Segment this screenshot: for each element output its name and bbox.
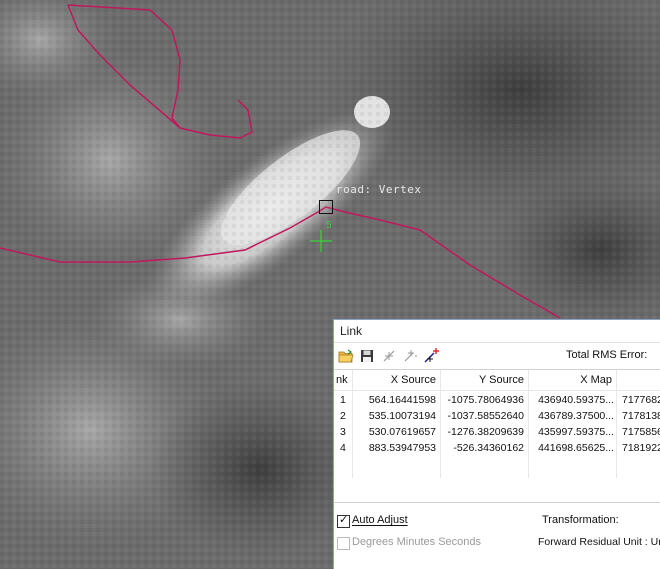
auto-adjust-label: Auto Adjust (352, 514, 408, 526)
cell-y-source: -526.34360162 (453, 442, 524, 454)
auto-adjust-checkbox[interactable]: ✓ (337, 514, 350, 528)
cell-x-map: 441698.65625... (538, 442, 614, 454)
checkmark-icon: ✓ (339, 514, 349, 526)
cell-x-map: 435997.59375... (538, 426, 614, 438)
link-move-icon[interactable] (401, 347, 418, 364)
table-row[interactable]: 2 535.10073194 -1037.58552640 436789.375… (334, 409, 660, 425)
table-header: nk X Source Y Source X Map (334, 370, 660, 391)
open-folder-icon[interactable] (337, 347, 354, 364)
cell-link-id: 4 (340, 442, 346, 454)
cell-x-source: 535.10073194 (368, 410, 436, 422)
cell-x-map: 436789.37500... (538, 410, 614, 422)
column-header-link[interactable]: nk (336, 374, 348, 386)
column-header-x-source[interactable]: X Source (354, 374, 436, 386)
degrees-minutes-seconds-checkbox[interactable] (337, 537, 350, 550)
total-rms-error-label: Total RMS Error: (566, 349, 648, 361)
table-row[interactable]: 1 564.16441598 -1075.78064936 436940.593… (334, 393, 660, 409)
cell-y-source: -1037.58552640 (447, 410, 525, 422)
add-control-point-icon[interactable] (423, 347, 440, 364)
cell-link-id: 1 (340, 394, 346, 406)
cell-y-map: 7178138 (622, 410, 660, 422)
cell-y-map: 7175856 (622, 426, 660, 438)
cell-x-source: 883.53947953 (368, 442, 436, 454)
snap-tooltip-label: road: Vertex (336, 183, 422, 196)
link-table-window[interactable]: Link Total RMS Error: nk X Source Y Sour… (333, 319, 660, 569)
cell-y-map: 7181922 (622, 442, 660, 454)
cell-y-map: 7177682 (622, 394, 660, 406)
cell-link-id: 2 (340, 410, 346, 422)
cell-x-source: 564.16441598 (368, 394, 436, 406)
save-icon[interactable] (358, 347, 375, 364)
cell-x-source: 530.07619657 (368, 426, 436, 438)
transformation-label: Transformation: (542, 514, 619, 526)
control-point-number: 5 (326, 220, 332, 231)
forward-residual-unit-label: Forward Residual Unit : Unk (538, 536, 660, 548)
cell-link-id: 3 (340, 426, 346, 438)
cell-y-source: -1276.38209639 (447, 426, 525, 438)
table-row[interactable]: 3 530.07619657 -1276.38209639 435997.593… (334, 425, 660, 441)
cell-x-map: 436940.59375... (538, 394, 614, 406)
window-title: Link (340, 324, 363, 338)
cell-y-source: -1075.78064936 (447, 394, 525, 406)
window-title-bar[interactable]: Link (334, 320, 660, 343)
table-row[interactable]: 4 883.53947953 -526.34360162 441698.6562… (334, 441, 660, 457)
link-table[interactable]: nk X Source Y Source X Map 1 564.1644159… (334, 369, 660, 503)
column-header-x-map[interactable]: X Map (530, 374, 612, 386)
link-toolbar: Total RMS Error: (334, 343, 660, 369)
column-header-y-source[interactable]: Y Source (442, 374, 524, 386)
link-delete-icon[interactable] (380, 347, 397, 364)
snap-vertex-box (319, 200, 333, 214)
degrees-minutes-seconds-label: Degrees Minutes Seconds (352, 536, 482, 548)
